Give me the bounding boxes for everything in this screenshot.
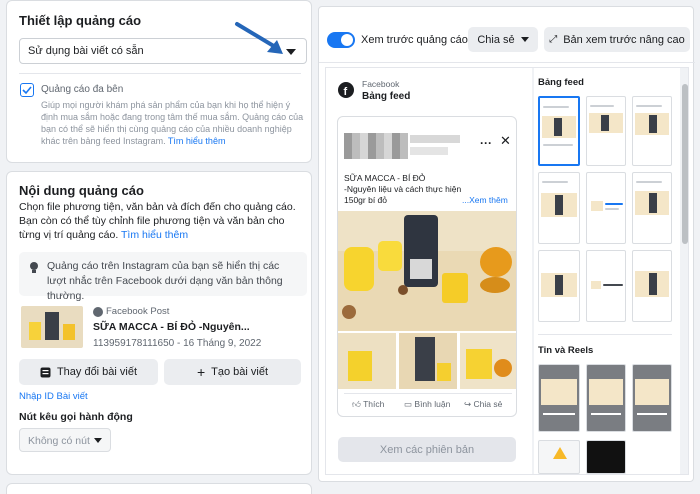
reels-section-title: Tin và Reels bbox=[538, 345, 594, 356]
content-desc: Chọn file phương tiện, văn bản và đích đ… bbox=[19, 201, 296, 241]
facebook-icon bbox=[93, 307, 103, 317]
preview-panel: Xem trước quảng cáo Chia sẻ ⤢ Bản xem tr… bbox=[318, 6, 695, 482]
placement-thumb-2[interactable] bbox=[586, 96, 626, 166]
multi-advertiser-desc: Giúp mọi người khám phá sản phẩm của bạn… bbox=[41, 100, 304, 146]
content-title: Nội dung quảng cáo bbox=[19, 183, 144, 198]
like-action[interactable]: 👍︎ Thích bbox=[352, 399, 384, 410]
notice-text: Quảng cáo trên Instagram của bạn sẽ hiển… bbox=[47, 260, 283, 302]
caret-down-icon bbox=[94, 438, 102, 443]
more-options-icon[interactable]: ··· bbox=[480, 137, 492, 149]
preview-toggle-label: Xem trước quảng cáo bbox=[361, 34, 468, 46]
story-thumb-3[interactable] bbox=[632, 364, 672, 432]
post-thumbnail bbox=[21, 306, 83, 348]
placement-thumb-1[interactable] bbox=[538, 96, 580, 166]
learn-more-link[interactable]: Tìm hiểu thêm bbox=[168, 136, 226, 146]
create-post-button[interactable]: + Tạo bài viết bbox=[164, 359, 301, 385]
placement-thumb-7[interactable] bbox=[538, 250, 580, 322]
share-button[interactable]: Chia sẻ bbox=[468, 27, 538, 52]
placements-scrollbar[interactable] bbox=[682, 70, 688, 472]
post-image-1 bbox=[338, 333, 396, 389]
facebook-logo-icon: f bbox=[338, 82, 354, 98]
share-action[interactable]: ↪ Chia sẻ bbox=[464, 399, 502, 410]
story-thumb-4[interactable] bbox=[538, 440, 580, 474]
multi-advertiser-label: Quảng cáo đa bên bbox=[41, 84, 124, 95]
select-value: Sử dụng bài viết có sẵn bbox=[28, 45, 144, 57]
post-main-image bbox=[338, 211, 516, 331]
close-icon[interactable]: ✕ bbox=[500, 133, 511, 149]
placement-thumb-8[interactable] bbox=[586, 250, 626, 322]
multi-advertiser-checkbox[interactable] bbox=[20, 83, 34, 97]
caret-down-icon bbox=[520, 37, 529, 42]
story-thumb-2[interactable] bbox=[586, 364, 626, 432]
ad-content-card: Nội dung quảng cáo Chọn file phương tiện… bbox=[6, 171, 312, 475]
comment-icon: ▭ bbox=[404, 399, 415, 409]
plus-icon: + bbox=[196, 363, 206, 380]
post-icon bbox=[40, 367, 51, 377]
main-preview: f Facebook Bảng feed ··· ✕ SỮA MACCA - B… bbox=[326, 68, 532, 474]
placement-thumb-6[interactable] bbox=[632, 172, 672, 244]
instagram-notice: Quảng cáo trên Instagram của bạn sẽ hiển… bbox=[19, 252, 307, 302]
setup-title: Thiết lập quảng cáo bbox=[19, 13, 142, 28]
story-thumb-1[interactable] bbox=[538, 364, 580, 432]
placement-name: Bảng feed bbox=[362, 91, 411, 102]
post-meta: 113959178111650 - 16 Tháng 9, 2022 bbox=[93, 338, 262, 349]
cta-select[interactable]: Không có nút bbox=[19, 428, 111, 452]
placement-thumb-3[interactable] bbox=[632, 96, 672, 166]
view-variants-button[interactable]: Xem các phiên bản bbox=[338, 437, 516, 462]
change-post-button[interactable]: Thay đổi bài viết bbox=[19, 359, 158, 385]
left-next-card-edge bbox=[6, 483, 312, 494]
blurred-page-avatar bbox=[344, 133, 408, 159]
placement-thumb-4[interactable] bbox=[538, 172, 580, 244]
enter-post-id-link[interactable]: Nhập ID Bài viết bbox=[19, 391, 88, 402]
post-title: SỮA MACCA - BÍ ĐỎ -Nguyên... bbox=[93, 321, 250, 333]
platform-name: Facebook bbox=[362, 79, 400, 89]
post-source: Facebook Post bbox=[106, 306, 170, 317]
feed-section-title: Bảng feed bbox=[538, 77, 584, 88]
feed-post-preview: ··· ✕ SỮA MACCA - BÍ ĐỎ -Nguyên liệu và … bbox=[337, 116, 517, 417]
cta-label: Nút kêu gọi hành động bbox=[19, 411, 133, 423]
story-thumb-5[interactable] bbox=[586, 440, 626, 474]
placements-list: Bảng feed Tin và Reels bbox=[534, 68, 680, 474]
arrow-annotation-icon bbox=[235, 22, 283, 54]
ad-setup-card: Thiết lập quảng cáo Sử dụng bài viết có … bbox=[6, 0, 312, 163]
see-more-link[interactable]: ...Xem thêm bbox=[462, 195, 508, 205]
post-image-2 bbox=[399, 333, 457, 389]
warning-icon bbox=[553, 447, 567, 459]
like-icon: 👍︎ bbox=[352, 399, 364, 409]
expand-icon: ⤢ bbox=[549, 34, 558, 45]
placement-thumb-5[interactable] bbox=[586, 172, 626, 244]
comment-action[interactable]: ▭ Bình luận bbox=[404, 399, 450, 410]
preview-area: f Facebook Bảng feed ··· ✕ SỮA MACCA - B… bbox=[325, 67, 689, 475]
post-image-3 bbox=[460, 333, 516, 389]
advanced-preview-button[interactable]: ⤢ Bản xem trước nâng cao bbox=[544, 27, 690, 52]
placement-thumb-9[interactable] bbox=[632, 250, 672, 322]
check-icon bbox=[22, 86, 32, 95]
svg-text:f: f bbox=[344, 86, 348, 98]
lightbulb-icon bbox=[30, 262, 38, 273]
preview-toggle[interactable] bbox=[327, 32, 355, 48]
content-learn-more-link[interactable]: Tìm hiểu thêm bbox=[121, 229, 188, 241]
